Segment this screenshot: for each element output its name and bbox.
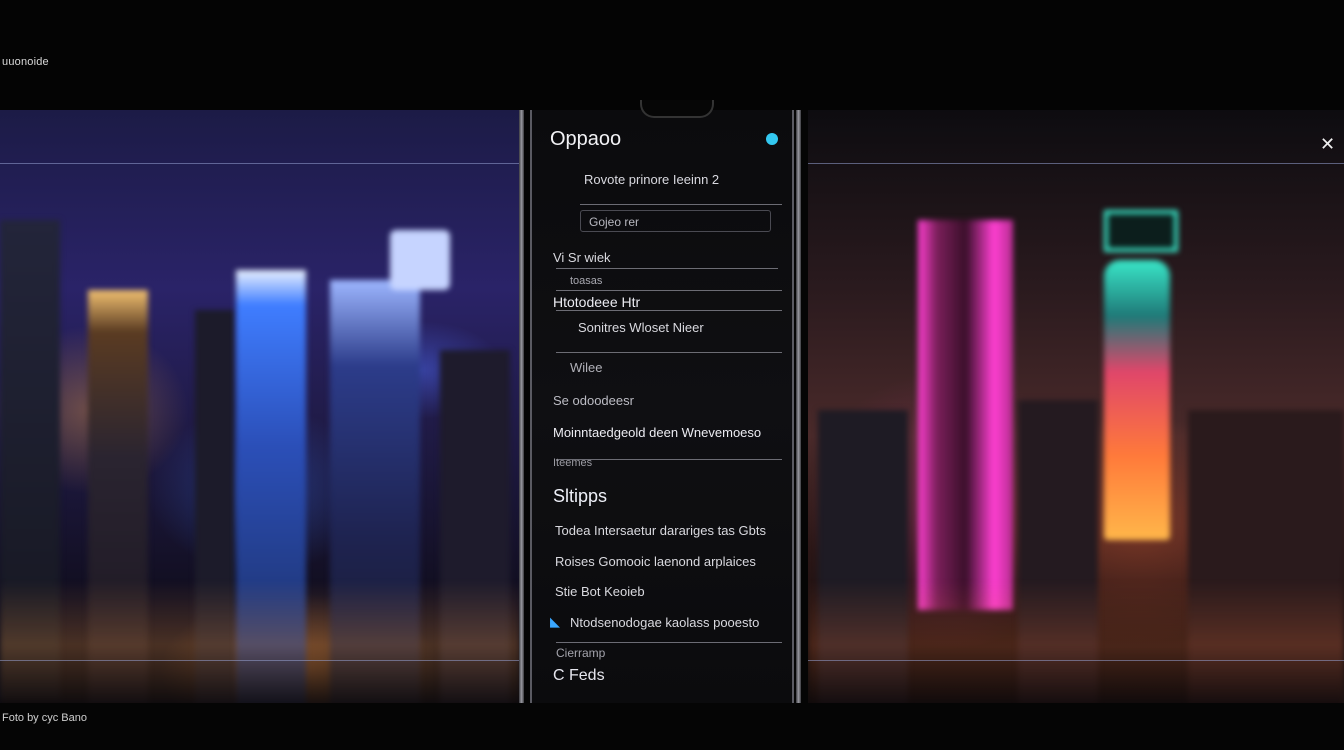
guide-line-bottom-left bbox=[0, 660, 520, 661]
section-item-2[interactable]: Roises Gomooic laenond arplaices bbox=[555, 554, 756, 569]
section-item-6[interactable]: C Feds bbox=[553, 667, 605, 685]
separator bbox=[556, 290, 782, 291]
menu-item-1[interactable]: Rovote prinore Ieeinn 2 bbox=[584, 172, 719, 187]
section-item-5[interactable]: Cierramp bbox=[556, 646, 605, 660]
bottom-bar bbox=[0, 703, 1344, 750]
guide-line-bottom-right bbox=[808, 660, 1344, 661]
status-dot-icon bbox=[766, 133, 778, 145]
phone-notch bbox=[640, 100, 714, 118]
top-bar bbox=[0, 0, 1344, 110]
bookmark-icon: ◣ bbox=[550, 614, 560, 629]
search-field-value: Gojeo rer bbox=[589, 215, 640, 229]
menu-item-7[interactable]: Wilee bbox=[570, 360, 603, 375]
section-item-1[interactable]: Todea Intersaetur darariges tas Gbts bbox=[555, 523, 766, 538]
menu-item-4[interactable]: toasas bbox=[570, 275, 602, 287]
menu-item-5[interactable]: Htotodeee Htr bbox=[553, 294, 640, 310]
photo-credit: Foto by cyc Bano bbox=[2, 712, 87, 724]
app-label: uuonoide bbox=[2, 56, 49, 68]
guide-line-top-left bbox=[0, 163, 520, 164]
guide-line-top-right bbox=[808, 163, 1344, 164]
close-icon[interactable]: ✕ bbox=[1320, 134, 1335, 155]
left-divider-handle[interactable] bbox=[519, 110, 524, 703]
section-item-3[interactable]: Stie Bot Keoieb bbox=[555, 584, 645, 599]
section-item-4[interactable]: Ntodsenodogae kaolass pooesto bbox=[570, 615, 759, 630]
menu-item-6[interactable]: Sonitres Wloset Nieer bbox=[578, 320, 704, 335]
section-title: Sltipps bbox=[553, 486, 608, 506]
menu-item-3[interactable]: Vi Sr wiek bbox=[553, 250, 611, 265]
right-divider-handle[interactable] bbox=[796, 110, 801, 703]
separator bbox=[556, 352, 782, 353]
left-city-image bbox=[0, 110, 520, 703]
right-city-image bbox=[808, 110, 1344, 703]
menu-item-10[interactable]: Iteemes bbox=[553, 457, 592, 469]
separator bbox=[556, 268, 778, 269]
separator bbox=[556, 642, 782, 643]
separator bbox=[556, 310, 782, 311]
menu-item-9[interactable]: Moinntaedgeold deen Wnevemoeso bbox=[553, 425, 761, 440]
separator bbox=[580, 204, 782, 205]
menu-item-8[interactable]: Se odoodeesr bbox=[553, 393, 634, 408]
menu-title: Oppaoo bbox=[550, 128, 622, 150]
